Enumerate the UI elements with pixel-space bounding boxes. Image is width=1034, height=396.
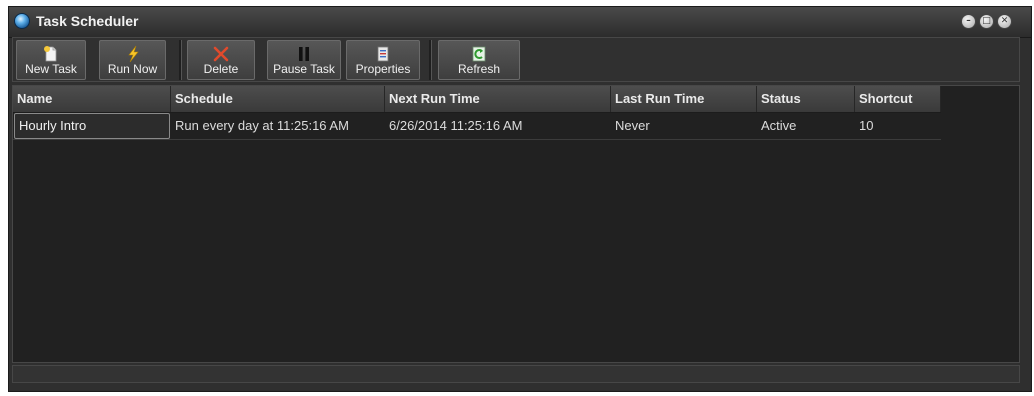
close-button[interactable]: ✕ (997, 14, 1012, 29)
new-task-button[interactable]: New Task (16, 40, 86, 80)
cell-name[interactable]: Hourly Intro (14, 113, 170, 139)
task-table: Name Schedule Next Run Time Last Run Tim… (12, 85, 1020, 363)
column-header-next-run-time[interactable]: Next Run Time (385, 86, 611, 112)
properties-button[interactable]: Properties (346, 40, 420, 80)
cell-last-run-time: Never (615, 118, 650, 133)
window-title: Task Scheduler (36, 13, 139, 29)
title-bar[interactable]: Task Scheduler – □ ✕ (9, 7, 1031, 38)
properties-icon (377, 46, 389, 62)
pause-task-label: Pause Task (273, 62, 335, 76)
column-header-last-run-time[interactable]: Last Run Time (611, 86, 757, 112)
app-globe-icon (14, 13, 30, 29)
toolbar: New Task Run Now Delete Pause Task Prope… (12, 37, 1020, 82)
properties-label: Properties (355, 62, 411, 76)
new-task-label: New Task (25, 62, 77, 76)
new-task-icon (44, 46, 57, 62)
pause-task-button[interactable]: Pause Task (267, 40, 341, 80)
delete-button[interactable]: Delete (187, 40, 255, 80)
column-header-name[interactable]: Name (13, 86, 171, 112)
maximize-button[interactable]: □ (979, 14, 994, 29)
cell-status: Active (761, 118, 797, 133)
refresh-button[interactable]: Refresh (438, 40, 520, 80)
minimize-button[interactable]: – (961, 14, 976, 29)
run-now-label: Run Now (107, 62, 158, 76)
cell-next-run-time: 6/26/2014 11:25:16 AM (389, 118, 523, 133)
column-header-status[interactable]: Status (757, 86, 855, 112)
cell-shortcut: 10 (859, 118, 874, 133)
column-header-schedule[interactable]: Schedule (171, 86, 385, 112)
status-bar (12, 365, 1020, 383)
table-row[interactable]: Hourly Intro Run every day at 11:25:16 A… (13, 113, 941, 140)
run-now-button[interactable]: Run Now (99, 40, 166, 80)
delete-label: Delete (203, 62, 239, 76)
table-header: Name Schedule Next Run Time Last Run Tim… (13, 86, 941, 113)
cell-schedule: Run every day at 11:25:16 AM (175, 118, 349, 133)
toolbar-separator (179, 40, 182, 80)
refresh-label: Refresh (457, 62, 501, 76)
lightning-icon (127, 45, 139, 63)
refresh-icon (472, 46, 486, 62)
pause-icon (299, 47, 309, 61)
toolbar-separator (429, 40, 432, 80)
column-header-shortcut[interactable]: Shortcut (855, 86, 941, 112)
delete-x-icon (213, 46, 229, 62)
